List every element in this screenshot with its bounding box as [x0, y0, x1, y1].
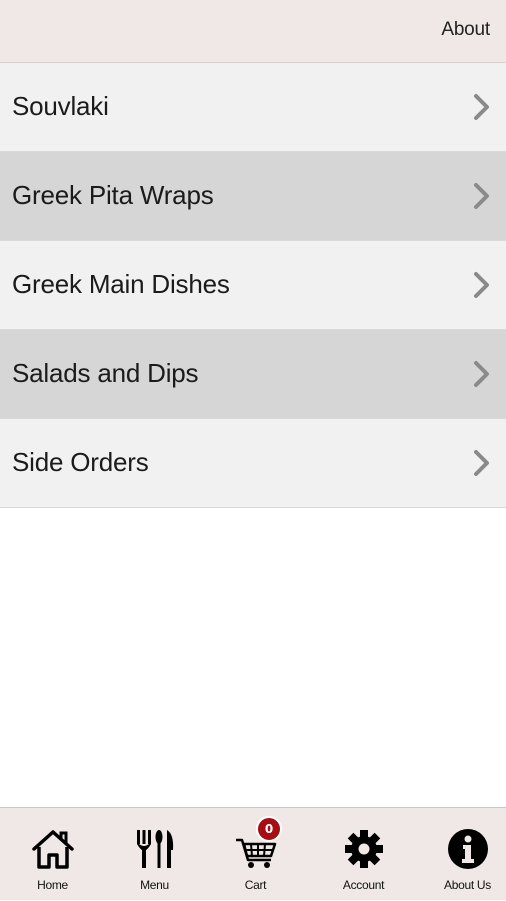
- tab-menu[interactable]: Menu: [104, 808, 205, 901]
- about-link[interactable]: About: [441, 19, 490, 41]
- gear-icon: [344, 830, 383, 868]
- chevron-right-icon: [474, 450, 489, 476]
- category-item-side-orders[interactable]: Side Orders: [0, 419, 506, 508]
- top-bar: About: [0, 0, 506, 63]
- category-item-greek-main-dishes[interactable]: Greek Main Dishes: [0, 241, 506, 330]
- category-label: Side Orders: [12, 447, 149, 477]
- category-list: Souvlaki Greek Pita Wraps Greek Main Dis…: [0, 63, 506, 508]
- bottom-tab-bar: Home Menu 0 Cart Account About Us: [0, 807, 506, 900]
- tab-cart[interactable]: 0 Cart: [205, 808, 306, 901]
- tab-label: About Us: [444, 878, 491, 892]
- chevron-right-icon: [474, 94, 489, 120]
- category-item-greek-pita-wraps[interactable]: Greek Pita Wraps: [0, 152, 506, 241]
- category-label: Salads and Dips: [12, 358, 199, 388]
- cart-count-badge: 0: [256, 816, 282, 842]
- fork-knife-icon: [136, 830, 173, 868]
- chevron-right-icon: [474, 272, 489, 298]
- tab-account[interactable]: Account: [313, 808, 414, 901]
- chevron-right-icon: [474, 183, 489, 209]
- tab-about-us[interactable]: About Us: [417, 808, 506, 901]
- category-item-salads-and-dips[interactable]: Salads and Dips: [0, 330, 506, 419]
- tab-home[interactable]: Home: [2, 808, 103, 901]
- category-item-souvlaki[interactable]: Souvlaki: [0, 63, 506, 152]
- tab-label: Account: [342, 878, 385, 892]
- tab-label: Cart: [244, 878, 267, 892]
- tab-label: Menu: [140, 878, 169, 892]
- category-label: Souvlaki: [12, 91, 109, 121]
- home-icon: [31, 830, 74, 869]
- chevron-right-icon: [474, 361, 489, 387]
- category-label: Greek Pita Wraps: [12, 180, 214, 210]
- info-icon: [447, 829, 488, 869]
- tab-label: Home: [37, 878, 68, 892]
- category-label: Greek Main Dishes: [12, 269, 230, 299]
